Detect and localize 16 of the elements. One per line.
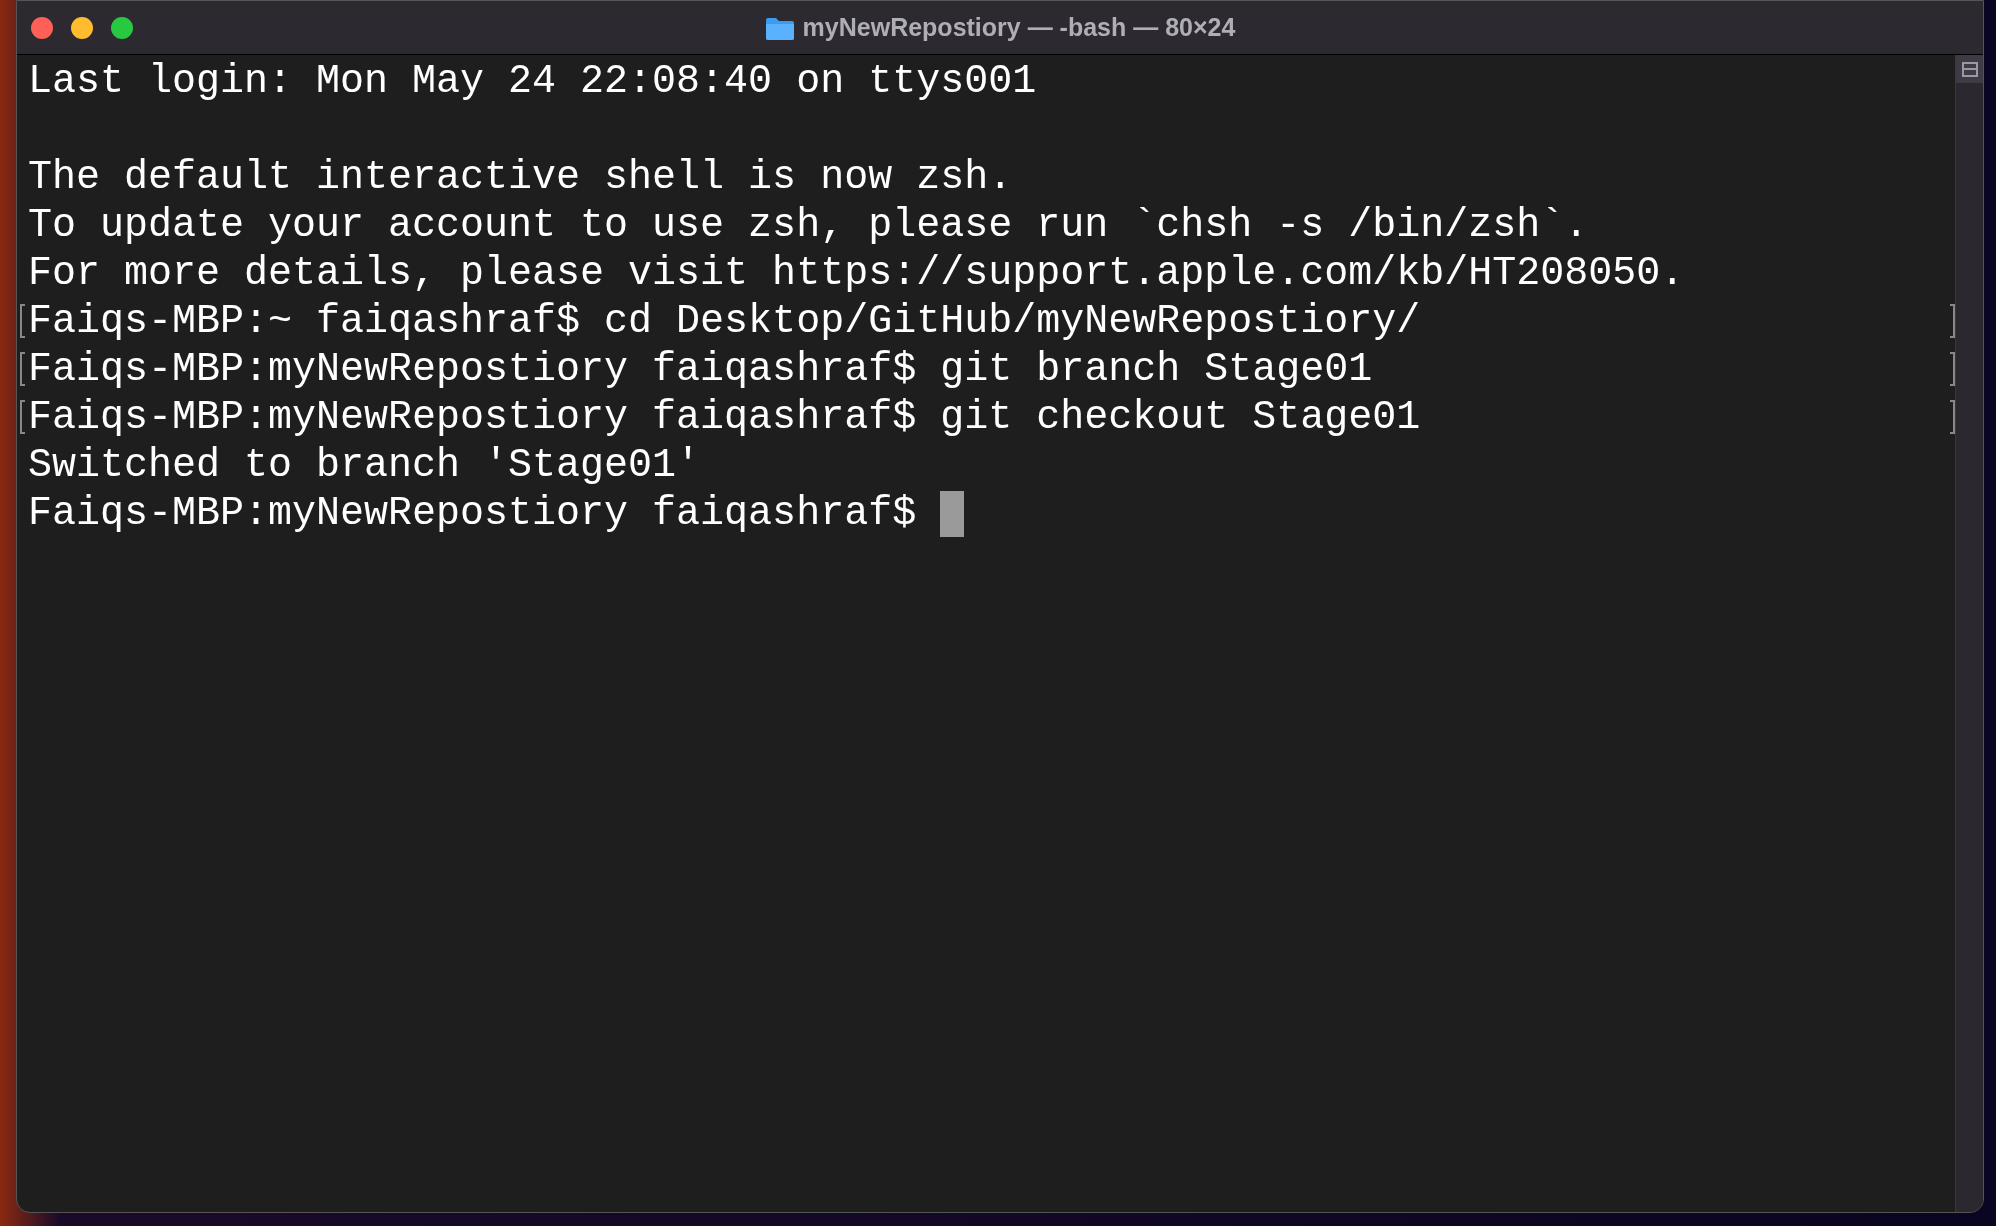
- split-pane-icon: [1961, 61, 1978, 77]
- terminal-line: Faiqs-MBP:myNewRepostiory faiqashraf$ git checkout Stage01: [28, 394, 1421, 442]
- folder-icon: [764, 15, 795, 40]
- close-button[interactable]: [31, 17, 53, 39]
- terminal-line: The default interactive shell is now zsh.: [28, 154, 1013, 202]
- terminal-line: To update your account to use zsh, please run `chsh -s /bin/zsh`.: [28, 202, 1589, 250]
- minimize-button[interactable]: [71, 17, 93, 39]
- split-pane-button[interactable]: [1956, 55, 1983, 83]
- window-title: myNewRepostiory — -bash — 80×24: [802, 11, 1236, 43]
- terminal-line: Last login: Mon May 24 22:08:40 on ttys001: [28, 58, 1037, 106]
- terminal-line: Faiqs-MBP:myNewRepostiory faiqashraf$ git branch Stage01: [28, 346, 1373, 394]
- terminal-line: Faiqs-MBP:~ faiqashraf$ cd Desktop/GitHub/myNewRepostiory/: [28, 298, 1421, 346]
- zoom-button[interactable]: [111, 17, 133, 39]
- terminal-line: Faiqs-MBP:myNewRepostiory faiqashraf$: [28, 490, 918, 538]
- terminal-line: Switched to branch 'Stage01': [28, 442, 701, 490]
- terminal-line: For more details, please visit https://support.apple.com/kb/HT208050.: [28, 250, 1685, 298]
